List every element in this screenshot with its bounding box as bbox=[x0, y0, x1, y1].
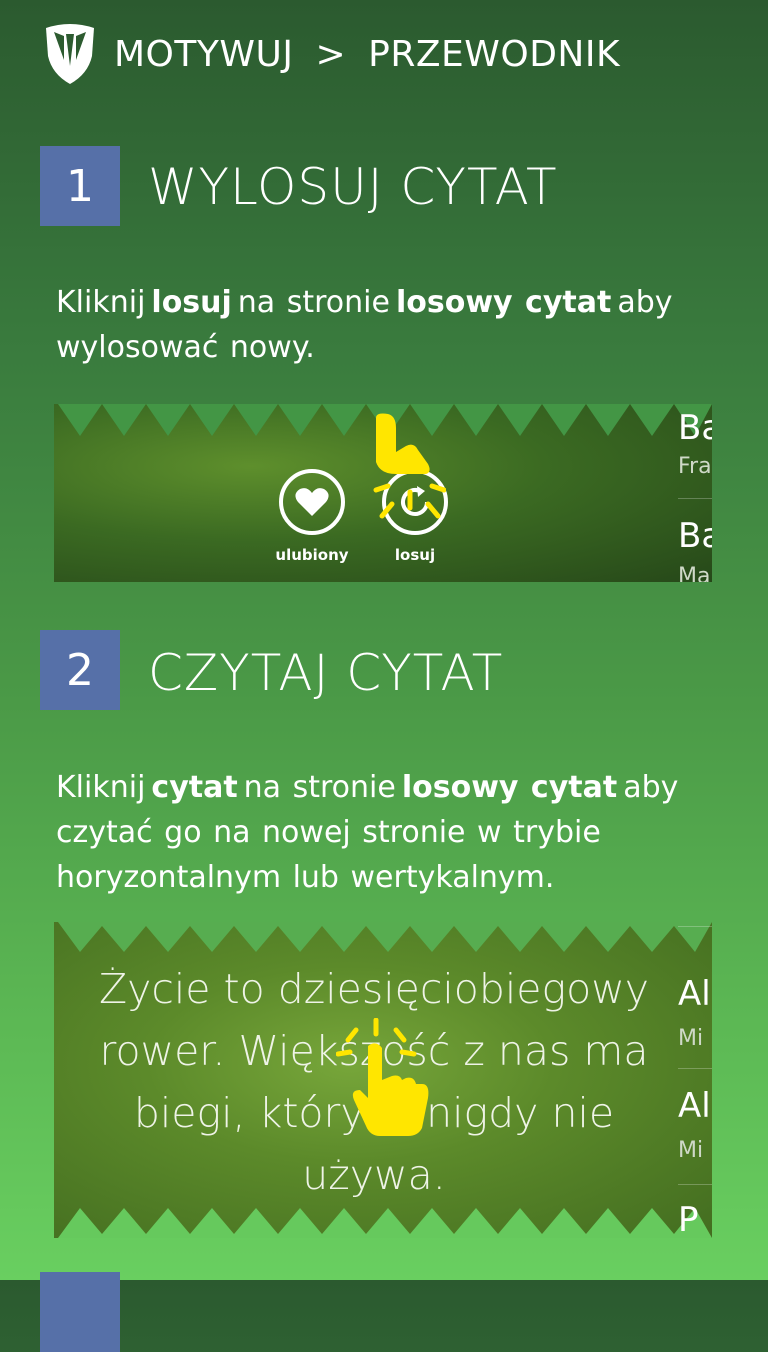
shield-logo-icon bbox=[46, 24, 94, 84]
step-2-description: Kliknij cytat na stronie losowy cytat aby cz… bbox=[56, 770, 679, 895]
list-item-subtitle: Ma bbox=[678, 564, 711, 582]
heart-icon bbox=[295, 488, 329, 516]
list-divider bbox=[678, 498, 712, 499]
step-2-title: CZYTAJ CYTAT bbox=[148, 644, 504, 702]
step-1-title: WYLOSUJ CYTAT bbox=[148, 158, 558, 216]
step-1-badge: 1 bbox=[40, 146, 120, 226]
page-title: PRZEWODNIK bbox=[368, 33, 621, 75]
list-item-subtitle: Mi bbox=[678, 1138, 704, 1163]
list-item-subtitle: Fra bbox=[678, 454, 712, 479]
list-divider bbox=[678, 926, 712, 927]
quote-list-preview: Al Mi Al Mi P bbox=[678, 922, 712, 1238]
step-1-screenshot: ulubiony losuj Ba Fra Ba Ma bbox=[54, 404, 712, 582]
list-divider bbox=[678, 1068, 712, 1069]
breadcrumb-separator: > bbox=[315, 33, 347, 75]
app-name[interactable]: MOTYWUJ bbox=[114, 34, 293, 75]
tap-hand-icon bbox=[373, 413, 446, 519]
list-item-subtitle: Mi bbox=[678, 1026, 704, 1051]
list-item-title: Al bbox=[678, 1086, 711, 1126]
header: MOTYWUJ > PRZEWODNIK bbox=[42, 22, 620, 86]
tap-hand-icon bbox=[336, 1018, 429, 1136]
step-3-badge bbox=[40, 1272, 120, 1352]
list-item-title: Ba bbox=[678, 516, 712, 556]
list-item-title: Al bbox=[678, 974, 711, 1014]
step-2-badge: 2 bbox=[40, 630, 120, 710]
random-label: losuj bbox=[394, 546, 436, 564]
list-item-title: P bbox=[678, 1200, 699, 1238]
zigzag-edge bbox=[54, 922, 712, 952]
step-1-description: Kliknij losuj na stronie losowy cytat aby wy… bbox=[56, 285, 673, 365]
quote-list-preview: Ba Fra Ba Ma bbox=[678, 404, 712, 582]
step-2-screenshot: Życie to dziesięciobiegowy rower. Większ… bbox=[54, 922, 712, 1238]
list-divider bbox=[678, 1184, 712, 1185]
favorite-button bbox=[279, 469, 345, 535]
favorite-label: ulubiony bbox=[275, 546, 349, 564]
list-item-title: Ba bbox=[678, 408, 712, 448]
